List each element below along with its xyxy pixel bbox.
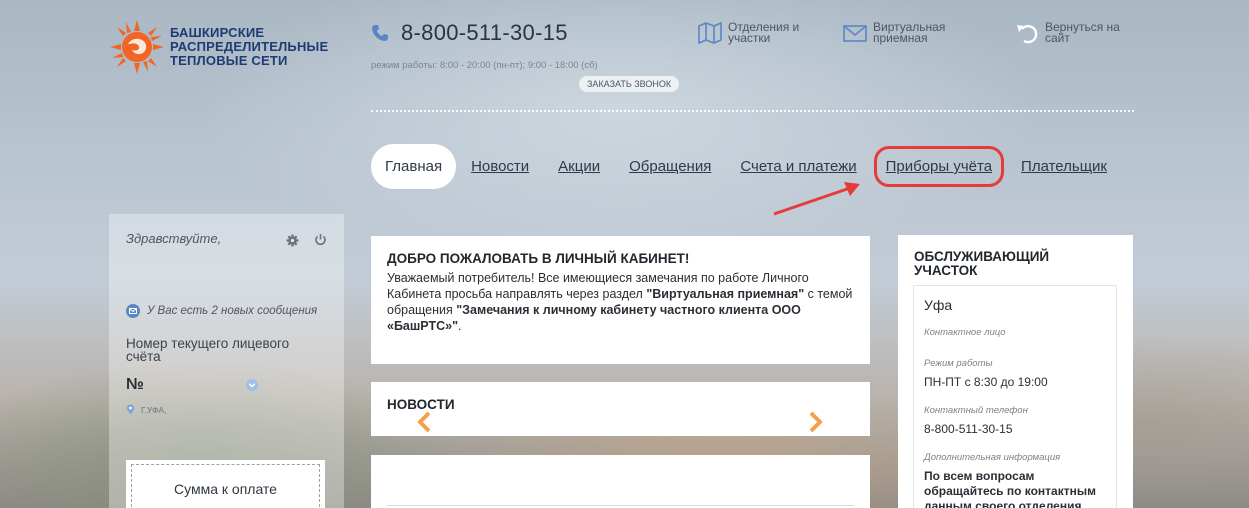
undo-icon (1017, 24, 1038, 44)
hours-value: ПН-ПТ с 8:30 до 19:00 (924, 375, 1048, 389)
phone-number: 8-800-511-30-15 (401, 20, 568, 45)
map-icon (698, 22, 722, 44)
user-sidebar: Здравствуйте, У Вас есть 2 новых сообщен… (109, 214, 344, 508)
nav-item-meters[interactable]: Приборы учёта (873, 146, 1005, 187)
welcome-title: ДОБРО ПОЖАЛОВАТЬ В ЛИЧНЫЙ КАБИНЕТ! (387, 251, 690, 266)
nav-item-promotions[interactable]: Акции (558, 158, 600, 175)
nav-item-bills-payments[interactable]: Счета и платежи (740, 158, 856, 175)
main-nav: Главная Новости Акции Обращения Счета и … (371, 143, 1136, 190)
hours-label: Режим работы (924, 358, 993, 369)
contact-phone-label: Контактный телефон (924, 405, 1028, 416)
news-title: НОВОСТИ (387, 397, 455, 412)
new-messages-link[interactable]: У Вас есть 2 новых сообщения (126, 304, 317, 318)
welcome-card: ДОБРО ПОЖАЛОВАТЬ В ЛИЧНЫЙ КАБИНЕТ! Уважа… (371, 236, 870, 364)
welcome-text: Уважаемый потребитель! Все имеющиеся зам… (387, 271, 853, 333)
news-card: НОВОСТИ (371, 382, 870, 436)
chevron-left-icon[interactable] (416, 411, 432, 433)
account-label: Номер текущего лицевого счёта (126, 336, 290, 364)
service-district-card: ОБСЛУЖИВАЮЩИЙ УЧАСТОК Уфа Контактное лиц… (898, 235, 1133, 508)
message-icon (126, 304, 140, 318)
chevron-down-icon[interactable] (246, 379, 258, 391)
account-number: № (126, 376, 144, 393)
power-icon[interactable] (314, 233, 327, 246)
district-title: ОБСЛУЖИВАЮЩИЙ УЧАСТОК (914, 249, 1050, 278)
branches-link[interactable]: Отделения и участки (698, 21, 808, 44)
nav-item-home[interactable]: Главная (371, 144, 457, 189)
mail-icon (843, 25, 867, 42)
extra-info-value: По всем вопросам обращайтесь по контактн… (924, 469, 1096, 508)
work-hours: режим работы: 8:00 - 20:00 (пн-пт); 9:00… (371, 60, 598, 71)
amount-due-label: Сумма к оплате (131, 464, 320, 508)
phone-block: 8-800-511-30-15 (371, 20, 568, 46)
news-list-card (371, 455, 870, 508)
sun-logo-icon (110, 20, 164, 74)
nav-item-requests[interactable]: Обращения (629, 158, 711, 175)
company-logo[interactable]: БАШКИРСКИЕ РАСПРЕДЕЛИТЕЛЬНЫЕ ТЕПЛОВЫЕ СЕ… (108, 18, 328, 76)
back-to-site-link[interactable]: Вернуться на сайт (1015, 21, 1125, 44)
extra-info-label: Дополнительная информация (924, 452, 1061, 463)
account-address: Г.УФА, (126, 404, 166, 415)
location-pin-icon (126, 404, 135, 415)
company-name: БАШКИРСКИЕ РАСПРЕДЕЛИТЕЛЬНЫЕ ТЕПЛОВЫЕ СЕ… (170, 25, 329, 68)
gear-icon[interactable] (286, 234, 299, 247)
nav-item-news[interactable]: Новости (471, 158, 529, 175)
chevron-right-icon[interactable] (808, 411, 824, 433)
district-city: Уфа (924, 297, 953, 313)
nav-item-payer[interactable]: Плательщик (1021, 158, 1107, 175)
divider (387, 505, 854, 506)
contact-phone-value: 8-800-511-30-15 (924, 422, 1013, 436)
district-details: Уфа Контактное лицо Режим работы ПН-ПТ с… (913, 285, 1117, 508)
greeting: Здравствуйте, (126, 231, 222, 246)
red-annotation-arrow (773, 182, 860, 216)
header-divider (371, 110, 1134, 112)
contact-person-label: Контактное лицо (924, 327, 1006, 338)
virtual-reception-link[interactable]: Виртуальная приемная (843, 21, 953, 44)
amount-due-panel: Сумма к оплате (126, 460, 325, 508)
virtual-reception-ref: "Виртуальная приемная" (646, 287, 805, 301)
order-callback-button[interactable]: ЗАКАЗАТЬ ЗВОНОК (579, 76, 680, 92)
phone-icon (372, 25, 388, 41)
